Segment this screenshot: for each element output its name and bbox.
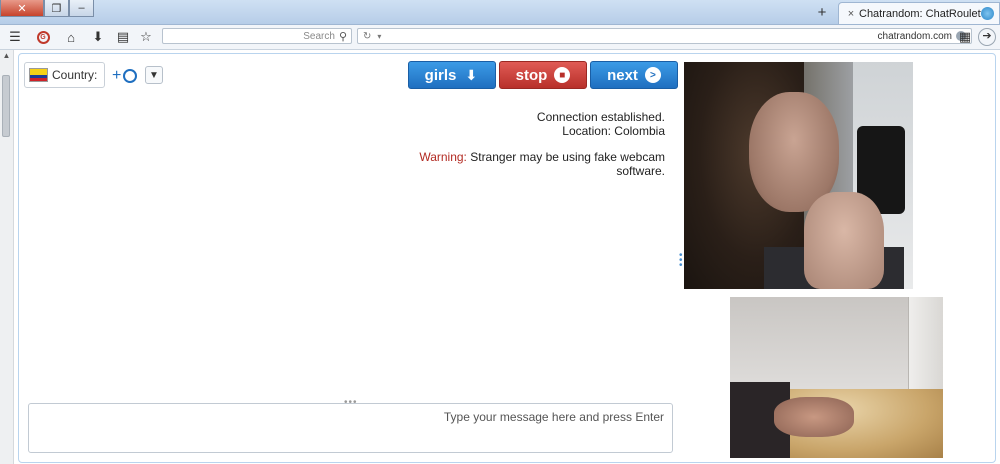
window-controls: ✕ ❐ –: [0, 0, 94, 18]
download-arrow-icon: ⬇: [465, 66, 478, 83]
chevron-right-icon: >: [644, 67, 661, 83]
window-restore-button[interactable]: ❐: [44, 0, 69, 17]
url-text: chatrandom.com: [877, 30, 952, 42]
camera-dropdown[interactable]: ▼: [145, 66, 163, 84]
warning-label: Warning:: [419, 150, 467, 164]
video-subject-hand: [804, 192, 884, 289]
search-input[interactable]: Search ⚲: [162, 28, 352, 44]
site-favicon-icon: [981, 7, 994, 20]
scroll-up-icon[interactable]: ▲: [0, 50, 13, 62]
reload-icon[interactable]: ↻: [363, 31, 371, 42]
webcam-icon: [123, 69, 138, 83]
message-placeholder: Type your message here and press Enter: [443, 410, 664, 424]
message-input[interactable]: Type your message here and press Enter: [28, 403, 673, 453]
stop-label: stop: [515, 66, 548, 84]
tab-title: Chatrandom: ChatRoulette...: [859, 7, 981, 20]
scrollbar-thumb[interactable]: [2, 75, 10, 137]
tab-close-icon[interactable]: ×: [843, 8, 859, 20]
status-location: Location: Colombia: [562, 124, 665, 138]
search-placeholder: Search: [303, 30, 335, 42]
warning-message: Warning: Stranger may be using fake webc…: [380, 150, 665, 178]
girls-label: girls: [424, 66, 457, 84]
addon-icon[interactable]: G: [34, 28, 52, 46]
self-video: [730, 297, 943, 458]
resize-handle-vertical[interactable]: • • •: [679, 251, 683, 271]
menu-icon[interactable]: ☰: [6, 28, 24, 46]
navigation-bar: ☰ G ⌂ ⬇ ▤ ☆ Search ⚲ ↻ ▾ chatrandom.com …: [0, 25, 1000, 50]
address-bar[interactable]: ↻ ▾ chatrandom.com: [357, 28, 972, 44]
reading-list-icon[interactable]: ▤: [114, 28, 132, 46]
window-close-button[interactable]: ✕: [0, 0, 44, 17]
webcam-add-button[interactable]: +: [112, 64, 140, 88]
warning-text: Stranger may be using fake webcam softwa…: [466, 150, 665, 178]
stranger-video: [684, 62, 913, 289]
country-label: Country:: [52, 68, 98, 82]
history-icon[interactable]: ▦: [956, 28, 974, 46]
stop-square-icon: ■: [554, 67, 571, 83]
window-minimize-button[interactable]: –: [69, 0, 94, 17]
country-selector[interactable]: Country:: [24, 62, 105, 88]
girls-filter-button[interactable]: girls ⬇: [408, 61, 496, 89]
plus-icon: +: [112, 67, 122, 84]
back-button-icon[interactable]: ➔: [978, 28, 996, 46]
browser-tab[interactable]: × Chatrandom: ChatRoulette...: [838, 2, 1000, 24]
dropdown-arrow-icon[interactable]: ▾: [377, 32, 381, 41]
next-button[interactable]: next >: [590, 61, 678, 89]
stop-button[interactable]: stop ■: [499, 61, 587, 89]
vertical-scrollbar[interactable]: ▲: [0, 50, 14, 464]
home-icon[interactable]: ⌂: [62, 28, 80, 46]
status-connection: Connection established.: [536, 110, 665, 124]
chevron-down-icon: ▼: [149, 69, 159, 81]
self-video-subject: [774, 397, 854, 437]
new-tab-button[interactable]: +: [812, 3, 832, 21]
colombia-flag-icon: [29, 68, 48, 82]
search-icon: ⚲: [338, 30, 347, 43]
download-icon[interactable]: ⬇: [89, 28, 107, 46]
chat-log: Connection established. Location: Colomb…: [380, 110, 665, 178]
bookmark-star-icon[interactable]: ☆: [137, 28, 155, 46]
title-bar: ✕ ❐ – + × Chatrandom: ChatRoulette...: [0, 0, 1000, 25]
next-label: next: [607, 66, 638, 84]
